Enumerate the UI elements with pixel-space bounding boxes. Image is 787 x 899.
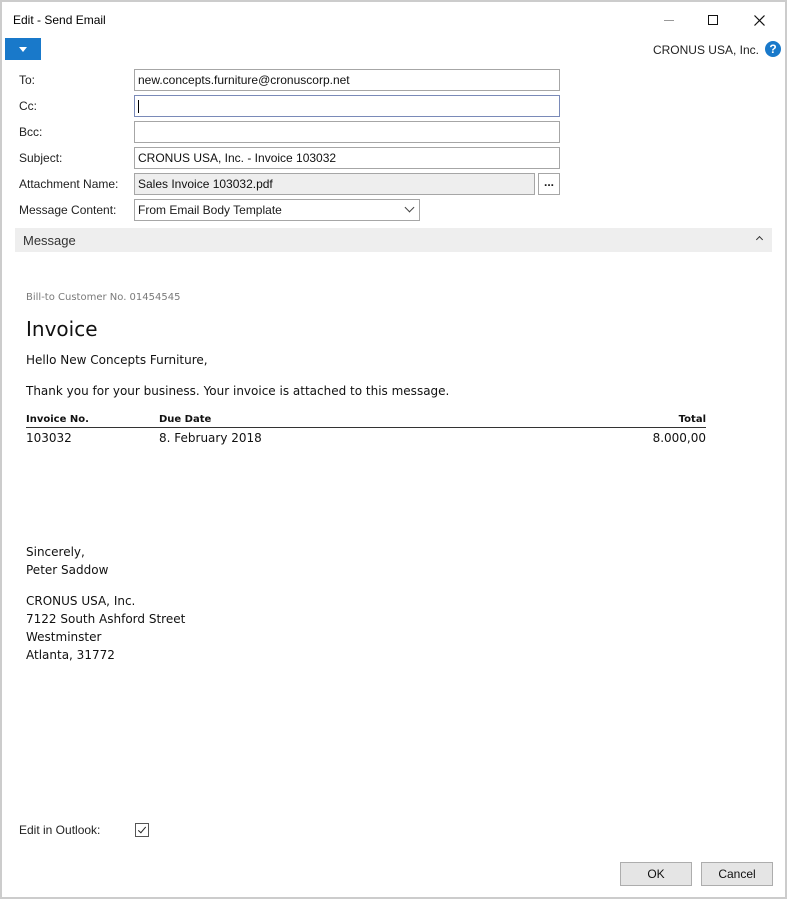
attachment-assist-button[interactable]: ... [538,173,560,195]
attachment-label: Attachment Name: [19,177,119,191]
minimize-icon [664,19,674,21]
message-content-select[interactable]: From Email Body Template [134,199,420,221]
section-title: Message [23,233,76,248]
cell-invoice-no: 103032 [26,431,72,445]
bill-to-customer: Bill-to Customer No. 01454545 [26,292,181,303]
maximize-button[interactable] [690,2,736,38]
close-icon [753,14,765,26]
invoice-table: Invoice No. Due Date Total 103032 8. Feb… [26,414,706,446]
invoice-table-header: Invoice No. Due Date Total [26,414,706,428]
to-field[interactable]: new.concepts.furniture@cronuscorp.net [134,69,560,91]
cc-field[interactable] [134,95,560,117]
address-line: CRONUS USA, Inc. [26,594,136,608]
greeting-text: Hello New Concepts Furniture, [26,353,208,367]
attachment-field[interactable]: Sales Invoice 103032.pdf [134,173,535,195]
bcc-label: Bcc: [19,125,43,139]
cell-due-date: 8. February 2018 [159,431,262,445]
caret-down-icon [19,46,27,52]
cancel-button[interactable]: Cancel [701,862,773,886]
title-bar: Edit - Send Email [2,2,785,38]
bcc-row: Bcc: [19,121,579,143]
message-content-row: Message Content: From Email Body Templat… [19,199,579,221]
subject-field[interactable]: CRONUS USA, Inc. - Invoice 103032 [134,147,560,169]
header-due-date: Due Date [159,414,212,425]
subject-label: Subject: [19,151,63,165]
subject-row: Subject: CRONUS USA, Inc. - Invoice 1030… [19,147,579,169]
actions-menu-button[interactable] [5,38,41,60]
address-block: CRONUS USA, Inc. 7122 South Ashford Stre… [26,592,185,664]
bcc-field[interactable] [134,121,560,143]
maximize-icon [708,15,718,25]
ok-button[interactable]: OK [620,862,692,886]
table-row: 103032 8. February 2018 8.000,00 [26,428,706,446]
edit-in-outlook-label: Edit in Outlook: [19,823,101,837]
header-total: Total [678,414,706,425]
signature-block: Sincerely, Peter Saddow [26,543,108,579]
invoice-heading: Invoice [26,317,98,341]
address-line: Atlanta, 31772 [26,648,115,662]
message-section-header[interactable]: Message [15,228,772,252]
company-name: CRONUS USA, Inc. [652,43,759,57]
address-line: Westminster [26,630,102,644]
minimize-button[interactable] [646,2,692,38]
send-email-dialog: Edit - Send Email CRONUS USA, Inc. ? To:… [0,0,787,899]
help-icon[interactable]: ? [765,41,781,57]
header-invoice-no: Invoice No. [26,414,89,425]
cc-row: Cc: [19,95,579,117]
closing-text: Sincerely, [26,545,85,559]
action-bar: CRONUS USA, Inc. ? [2,38,785,62]
edit-in-outlook-checkbox[interactable] [135,823,149,837]
window-title: Edit - Send Email [13,13,106,27]
close-button[interactable] [736,2,782,38]
signer-name: Peter Saddow [26,563,109,577]
attachment-row: Attachment Name: Sales Invoice 103032.pd… [19,173,579,195]
cc-label: Cc: [19,99,37,113]
address-line: 7122 South Ashford Street [26,612,186,626]
chevron-up-icon[interactable] [755,235,764,244]
text-cursor [138,100,139,114]
message-content-label: Message Content: [19,203,117,217]
to-row: To: new.concepts.furniture@cronuscorp.ne… [19,69,579,91]
message-content-value: From Email Body Template [138,203,282,217]
to-label: To: [19,73,36,87]
thanks-text: Thank you for your business. Your invoic… [26,384,450,398]
chevron-down-icon [404,202,415,213]
checkmark-icon [137,824,147,834]
cell-total: 8.000,00 [652,431,706,445]
